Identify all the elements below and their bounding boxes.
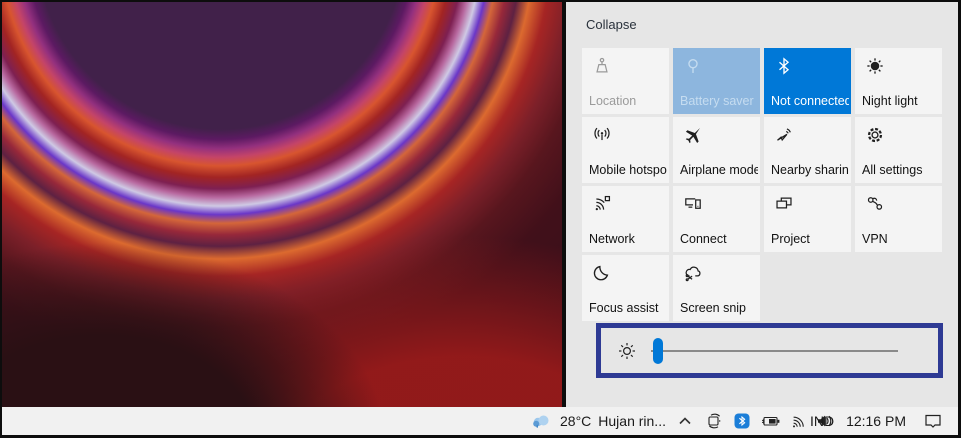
battery-charging-icon[interactable] bbox=[761, 414, 781, 428]
weather-condition[interactable]: Hujan rin... bbox=[598, 413, 666, 429]
airplane-icon bbox=[684, 126, 702, 144]
tile-label: Screen snip bbox=[680, 301, 758, 315]
tile-network[interactable]: Network bbox=[582, 186, 669, 252]
tile-label: Night light bbox=[862, 94, 940, 108]
tile-label: Mobile hotspot bbox=[589, 163, 667, 177]
focus-assist-icon bbox=[593, 264, 611, 282]
brightness-slider-track[interactable] bbox=[651, 350, 898, 352]
tile-screen-snip[interactable]: Screen snip bbox=[673, 255, 760, 321]
tile-nearby-sharing[interactable]: Nearby sharing bbox=[764, 117, 851, 183]
battery-saver-icon bbox=[684, 57, 702, 75]
project-icon bbox=[775, 195, 793, 213]
tile-bluetooth-not-connected[interactable]: Not connected bbox=[764, 48, 851, 114]
settings-gear-icon bbox=[866, 126, 884, 144]
tile-label: Project bbox=[771, 232, 849, 246]
tile-label: Focus assist bbox=[589, 301, 667, 315]
quick-actions-grid: Location Battery saver Not connected bbox=[582, 48, 942, 321]
tile-label: VPN bbox=[862, 232, 940, 246]
collapse-link[interactable]: Collapse bbox=[586, 17, 637, 32]
tile-night-light[interactable]: Night light bbox=[855, 48, 942, 114]
tile-label: All settings bbox=[862, 163, 940, 177]
tile-label: Network bbox=[589, 232, 667, 246]
tile-location[interactable]: Location bbox=[582, 48, 669, 114]
tile-label: Nearby sharing bbox=[771, 163, 849, 177]
desktop-wallpaper bbox=[2, 2, 562, 407]
action-center-panel: Collapse Location Battery saver bbox=[566, 2, 958, 407]
location-icon bbox=[593, 57, 611, 75]
brightness-slider-thumb[interactable] bbox=[653, 338, 663, 364]
network-icon bbox=[593, 195, 611, 213]
tile-label: Airplane mode bbox=[680, 163, 758, 177]
brightness-slider-annotation-box bbox=[596, 323, 943, 378]
nearby-sharing-icon bbox=[775, 126, 793, 144]
tile-label: Connect bbox=[680, 232, 758, 246]
tile-focus-assist[interactable]: Focus assist bbox=[582, 255, 669, 321]
mobile-hotspot-icon bbox=[593, 126, 611, 144]
vpn-icon bbox=[866, 195, 884, 213]
tile-battery-saver[interactable]: Battery saver bbox=[673, 48, 760, 114]
brightness-sun-icon bbox=[617, 341, 637, 361]
tile-project[interactable]: Project bbox=[764, 186, 851, 252]
clock[interactable]: 12:16 PM bbox=[846, 413, 906, 429]
tile-connect[interactable]: Connect bbox=[673, 186, 760, 252]
tile-vpn[interactable]: VPN bbox=[855, 186, 942, 252]
language-indicator[interactable]: IND bbox=[810, 413, 834, 429]
display-sync-icon[interactable] bbox=[706, 413, 723, 429]
weather-temperature[interactable]: 28°C bbox=[560, 413, 591, 429]
tile-label: Location bbox=[589, 94, 667, 108]
taskbar: 28°C Hujan rin... bbox=[2, 407, 958, 435]
tile-label: Battery saver bbox=[680, 94, 758, 108]
bluetooth-tray-icon[interactable] bbox=[734, 413, 750, 429]
brightness-slider[interactable] bbox=[651, 338, 898, 364]
tile-mobile-hotspot[interactable]: Mobile hotspot bbox=[582, 117, 669, 183]
connect-icon bbox=[684, 195, 702, 213]
screen-snip-icon bbox=[684, 264, 702, 282]
hidden-icons-chevron-icon[interactable] bbox=[677, 414, 693, 428]
wifi-icon[interactable] bbox=[790, 414, 807, 429]
night-light-icon bbox=[866, 57, 884, 75]
tile-airplane-mode[interactable]: Airplane mode bbox=[673, 117, 760, 183]
notification-center-icon[interactable] bbox=[924, 413, 942, 429]
weather-icon bbox=[530, 412, 552, 430]
tile-all-settings[interactable]: All settings bbox=[855, 117, 942, 183]
tile-label: Not connected bbox=[771, 94, 849, 108]
bluetooth-icon bbox=[775, 57, 793, 75]
